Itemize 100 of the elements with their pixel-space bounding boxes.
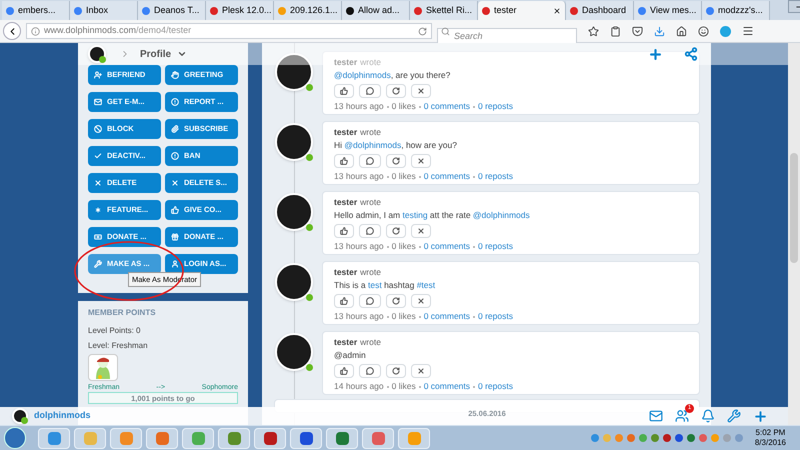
- delete-button[interactable]: [411, 224, 431, 238]
- post-verb: wrote: [360, 337, 381, 348]
- reposts-link[interactable]: 0 reposts: [478, 171, 513, 182]
- taskbar-app-icon[interactable]: [362, 428, 394, 448]
- post-author[interactable]: tester: [334, 337, 358, 348]
- profile-title[interactable]: Profile: [140, 46, 172, 62]
- browser-tab[interactable]: 209.126.1...: [274, 1, 342, 20]
- comment-button[interactable]: [359, 154, 381, 168]
- like-button[interactable]: [334, 364, 354, 378]
- post-text: This is a test hashtag #test: [334, 279, 436, 292]
- bookmark-star-icon[interactable]: [588, 26, 599, 36]
- reposts-link[interactable]: 0 reposts: [478, 381, 513, 392]
- taskbar-app-icon[interactable]: [38, 428, 70, 448]
- friends-icon[interactable]: [675, 409, 689, 423]
- post-author[interactable]: tester: [334, 197, 358, 208]
- bell-icon[interactable]: [701, 409, 715, 423]
- mail-icon[interactable]: [649, 409, 663, 423]
- comment-button[interactable]: [359, 224, 381, 238]
- comment-button[interactable]: [359, 364, 381, 378]
- clipboard-icon[interactable]: [610, 26, 621, 36]
- menu-icon[interactable]: [742, 25, 754, 37]
- browser-tab[interactable]: Inbox: [70, 1, 138, 20]
- close-icon[interactable]: [553, 6, 561, 14]
- browser-tab[interactable]: Allow ad...: [342, 1, 410, 20]
- round-s-icon[interactable]: [720, 26, 731, 36]
- smiley-icon[interactable]: [698, 26, 709, 36]
- gift-icon: [171, 233, 179, 241]
- like-button[interactable]: [334, 84, 354, 98]
- comments-link[interactable]: 0 comments: [424, 241, 470, 252]
- back-button[interactable]: [3, 22, 21, 40]
- comments-link[interactable]: 0 comments: [424, 311, 470, 322]
- browser-tab[interactable]: Skettel Ri...: [410, 1, 478, 20]
- like-button[interactable]: [334, 154, 354, 168]
- reposts-link[interactable]: 0 reposts: [478, 311, 513, 322]
- share-icon[interactable]: [684, 47, 698, 61]
- browser-tab[interactable]: Deanos T...: [138, 1, 206, 20]
- download-icon[interactable]: [654, 26, 665, 36]
- reposts-link[interactable]: 0 reposts: [478, 241, 513, 252]
- reload-icon[interactable]: [418, 26, 427, 36]
- delete-button[interactable]: [411, 154, 431, 168]
- repost-button[interactable]: [386, 154, 406, 168]
- close-icon: [417, 87, 425, 95]
- taskbar-app-icon[interactable]: [326, 428, 358, 448]
- comments-link[interactable]: 0 comments: [424, 171, 470, 182]
- dropdown-chevron-icon[interactable]: [177, 49, 188, 59]
- repost-button[interactable]: [386, 364, 406, 378]
- thumbs-up-icon: [340, 227, 348, 235]
- taskbar-app-icon[interactable]: [218, 428, 250, 448]
- taskbar-app-icon[interactable]: [290, 428, 322, 448]
- post-author[interactable]: tester: [334, 267, 358, 278]
- reposts-link[interactable]: 0 reposts: [478, 101, 513, 112]
- close-icon: [94, 179, 102, 187]
- comment-button[interactable]: [359, 84, 381, 98]
- add-icon[interactable]: [753, 408, 768, 424]
- taskbar-app-icon[interactable]: [254, 428, 286, 448]
- scroll-bar[interactable]: [788, 43, 800, 425]
- comments-link[interactable]: 0 comments: [424, 101, 470, 112]
- delete-button[interactable]: [411, 364, 431, 378]
- wrench-icon[interactable]: [727, 409, 741, 423]
- home-icon[interactable]: [676, 26, 687, 36]
- browser-tab[interactable]: Dashboard: [566, 1, 634, 20]
- search-field[interactable]: Search: [437, 28, 577, 44]
- like-button[interactable]: [334, 294, 354, 308]
- add-icon[interactable]: [648, 46, 663, 62]
- scroll-thumb[interactable]: [790, 153, 798, 263]
- pocket-icon[interactable]: [632, 26, 643, 36]
- close-icon: [171, 179, 179, 187]
- address-field[interactable]: www.dolphinmods.com/demo4/tester: [26, 23, 432, 39]
- delete-button[interactable]: [411, 294, 431, 308]
- comment-button[interactable]: [359, 294, 381, 308]
- browser-tab[interactable]: embers...: [2, 1, 70, 20]
- tab-favicon-icon: [414, 6, 422, 14]
- post-author[interactable]: tester: [334, 57, 358, 68]
- repost-button[interactable]: [386, 84, 406, 98]
- comments-link[interactable]: 0 comments: [424, 381, 470, 392]
- tab-favicon-icon: [278, 6, 286, 14]
- browser-tab[interactable]: View mes...: [634, 1, 702, 20]
- envelope-icon: [94, 98, 102, 106]
- avatar-placeholder: [275, 263, 313, 301]
- tab-favicon-icon: [570, 6, 578, 14]
- browser-tab[interactable]: modzzz's...: [702, 1, 770, 20]
- taskbar-app-icon[interactable]: [146, 428, 178, 448]
- banknote-icon: [94, 233, 102, 241]
- start-orb-icon[interactable]: [4, 427, 26, 449]
- repost-button[interactable]: [386, 294, 406, 308]
- thumbs-up-icon: [340, 297, 348, 305]
- browser-tab[interactable]: Plesk 12.0...: [206, 1, 274, 20]
- exclamation-icon: [171, 98, 179, 106]
- post-author[interactable]: tester: [334, 127, 358, 138]
- level-badge-icon: [88, 354, 118, 381]
- exclamation-icon: [171, 152, 179, 160]
- like-button[interactable]: [334, 224, 354, 238]
- hand-icon: [171, 71, 179, 79]
- likes-count: 0 likes: [392, 241, 416, 252]
- browser-tab[interactable]: tester: [478, 1, 566, 20]
- check-icon: [94, 152, 102, 160]
- delete-button[interactable]: [411, 84, 431, 98]
- username-link[interactable]: dolphinmods: [34, 409, 90, 423]
- speech-bubble-icon: [366, 87, 374, 95]
- repost-button[interactable]: [386, 224, 406, 238]
